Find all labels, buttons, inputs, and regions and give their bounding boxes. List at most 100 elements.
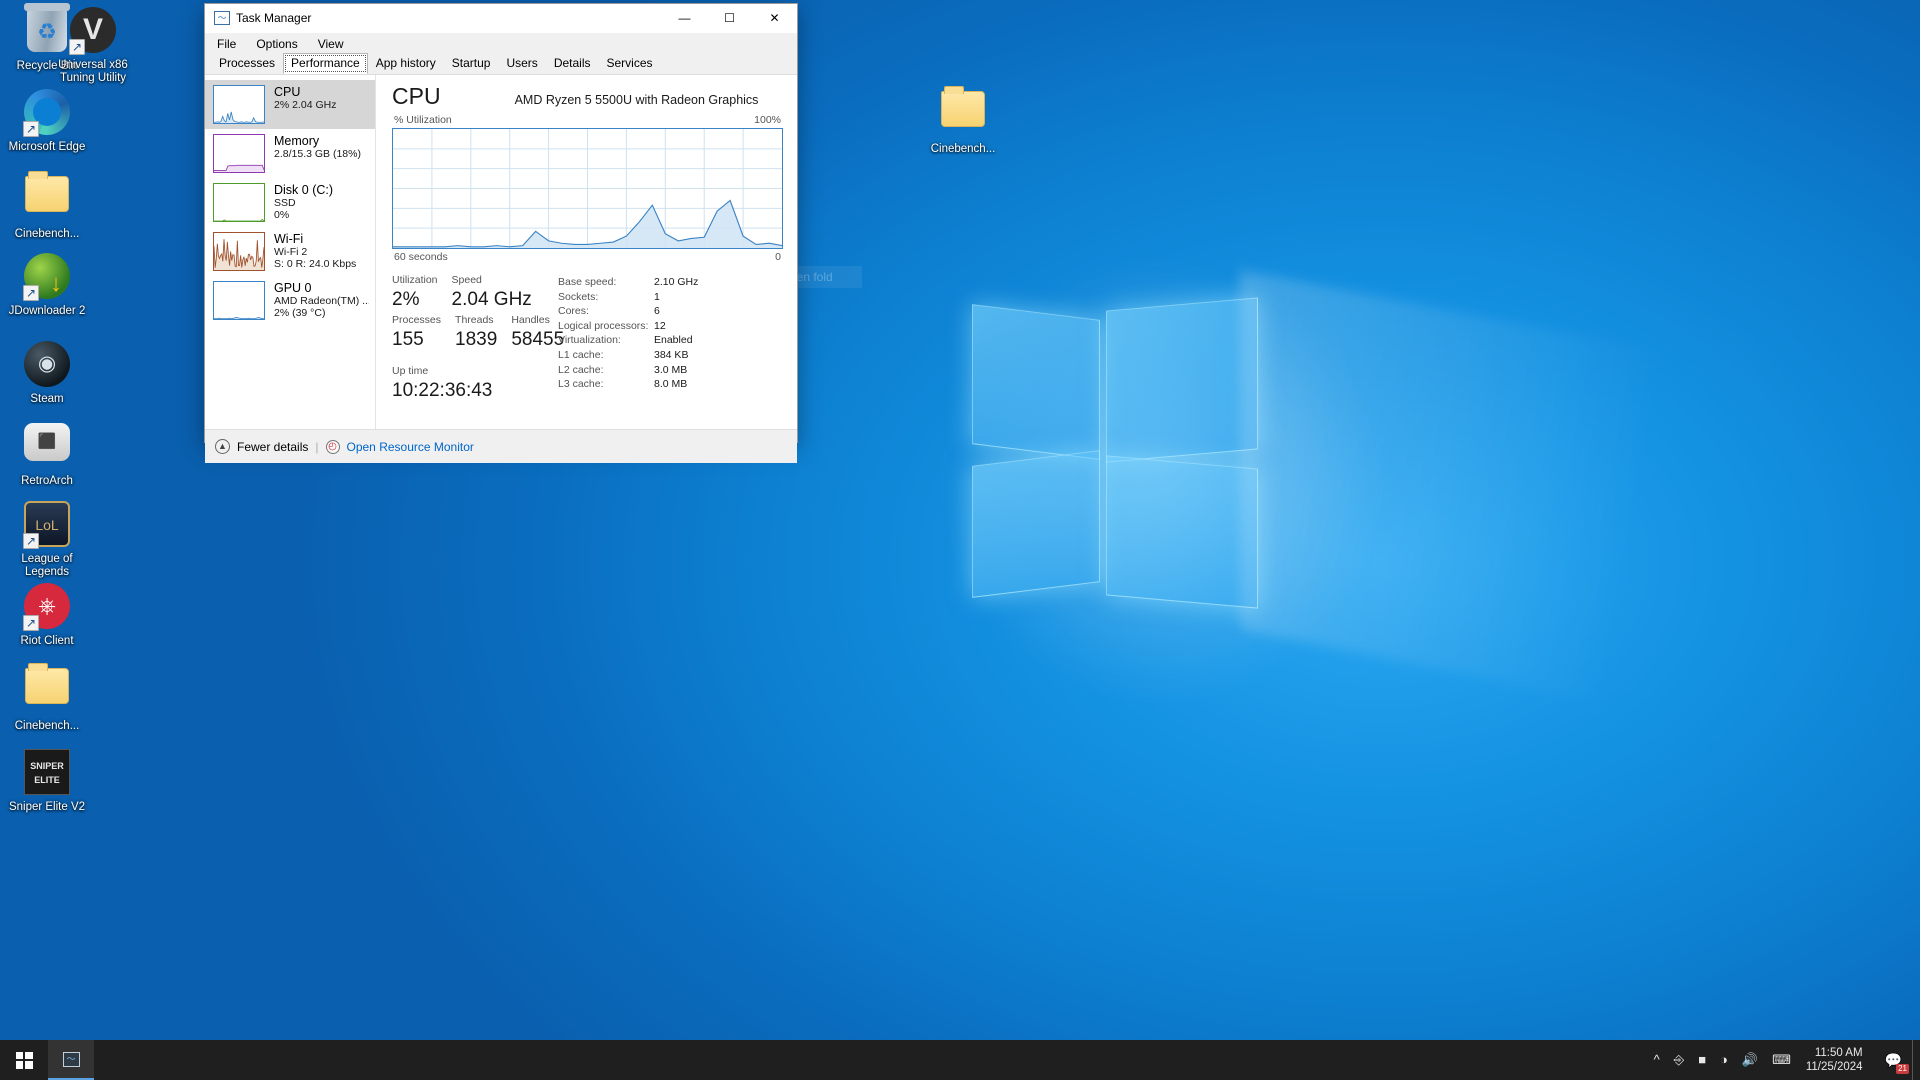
minimize-button[interactable]: — (662, 4, 707, 33)
spec-row: Base speed: 2.10 GHz (558, 275, 783, 290)
riot-client-icon: ↗ (23, 583, 71, 631)
spec-key: Cores: (558, 305, 589, 318)
desktop-icon-league-of-legends[interactable]: ↗ League of Legends (5, 500, 89, 579)
desktop-icon-label: JDownloader 2 (8, 305, 86, 317)
spec-value: 384 KB (654, 348, 689, 361)
sidebar-item-sub: SSD (274, 197, 296, 209)
fewer-details-button[interactable]: Fewer details (237, 440, 308, 454)
start-button[interactable] (0, 1040, 48, 1080)
chart-max-label: 100% (754, 114, 781, 126)
uptime-label: Up time (392, 365, 429, 377)
desktop-icon-universal-x86-tuning-utility[interactable]: ↗ Universal x86 Tuning Utility (51, 6, 135, 85)
desktop-icon-label: Microsoft Edge (8, 141, 86, 153)
show-desktop-button[interactable] (1912, 1040, 1920, 1080)
desktop-icon-sniper-elite-v2[interactable]: Sniper Elite V2 (5, 748, 89, 814)
tab-details[interactable]: Details (546, 53, 599, 74)
shortcut-arrow-icon: ↗ (23, 285, 39, 301)
spec-row: L1 cache: 384 KB (558, 348, 783, 363)
sidebar-item-sub: 2% (39 °C) (274, 307, 326, 319)
clock-date: 11/25/2024 (1805, 1061, 1863, 1073)
menu-bar[interactable]: File Options View (205, 33, 797, 54)
open-resource-monitor-link[interactable]: Open Resource Monitor (347, 440, 474, 454)
stat-speed-value: 2.04 GHz (451, 289, 532, 310)
window-titlebar[interactable]: Task Manager — ☐ ✕ (205, 4, 797, 33)
tray-battery-icon[interactable]: ■ (1691, 1040, 1713, 1080)
stat-speed: Speed 2.04 GHz (452, 273, 532, 313)
stat-processes: Processes 155 (392, 313, 441, 353)
action-center-icon[interactable]: 💬 21 (1875, 1040, 1912, 1080)
spec-key: Base speed: (558, 276, 617, 288)
close-button[interactable]: ✕ (752, 4, 797, 33)
cpu-spec-list: Base speed: 2.10 GHz Sockets: 1 Cores: 6 Logic… (552, 273, 783, 404)
sidebar-item-disk-0-c[interactable]: Disk 0 (C:) SSD 0% (205, 178, 375, 227)
tray-network-icon[interactable]: ◑ (1713, 1040, 1735, 1080)
sidebar-item-gpu-0[interactable]: GPU 0 AMD Radeon(TM) ... 2% (39 °C) (205, 276, 375, 325)
tab-app-history[interactable]: App history (368, 53, 444, 74)
chevron-up-icon[interactable]: ▲ (215, 439, 230, 454)
stat-utilization-label: Utilization (392, 274, 438, 286)
sidebar-sparkline (213, 232, 265, 271)
maximize-button[interactable]: ☐ (707, 4, 752, 33)
sidebar-sparkline (213, 281, 265, 320)
folder-icon (23, 171, 71, 224)
desktop-icon-cinebench[interactable]: Cinebench... (5, 170, 89, 241)
windows-taskbar[interactable]: ^ ⎆ ■ ◑ 🔊 ⌨ 11:50 AM 11/25/2024 💬 21 (0, 1040, 1920, 1080)
menu-item-options[interactable]: Options (253, 36, 300, 52)
desktop-icon-jdownloader-2[interactable]: ↗ JDownloader 2 (5, 252, 89, 318)
desktop-icon-label: Riot Client (20, 635, 74, 647)
window-body: CPU 2% 2.04 GHz Memory 2.8/15.3 GB (18%) Dis… (205, 75, 797, 429)
tab-startup[interactable]: Startup (444, 53, 499, 74)
stat-uptime: Up time 10:22:36:43 (392, 364, 538, 404)
page-title: CPU (392, 83, 441, 109)
system-tray[interactable]: ^ ⎆ ■ ◑ 🔊 ⌨ 11:50 AM 11/25/2024 💬 21 (1647, 1040, 1920, 1080)
stat-threads-value: 1839 (455, 329, 498, 350)
desktop-icon-microsoft-edge[interactable]: ↗ Microsoft Edge (5, 88, 89, 154)
spec-value: Enabled (654, 334, 693, 347)
spec-value: 3.0 MB (654, 363, 688, 376)
desktop-icon-riot-client[interactable]: ↗ Riot Client (5, 582, 89, 648)
tray-volume-icon[interactable]: 🔊 (1735, 1040, 1765, 1080)
chart-time-zero-label: 0 (775, 251, 781, 263)
stats-row-secondary: Processes 155 Threads 1839 Handles 58455 (392, 313, 564, 353)
sidebar-item-label: CPU (274, 85, 301, 99)
tab-strip[interactable]: Processes Performance App history Startup Us… (205, 53, 797, 75)
spec-value: 2.10 GHz (654, 276, 699, 288)
tab-performance[interactable]: Performance (283, 53, 368, 74)
tab-services[interactable]: Services (599, 53, 661, 74)
tray-usb-icon[interactable]: ⎆ (1667, 1040, 1691, 1080)
spec-row: Sockets: 1 (558, 290, 783, 305)
tray-expand-icon[interactable]: ^ (1647, 1040, 1667, 1080)
taskbar-clock[interactable]: 11:50 AM 11/25/2024 (1798, 1046, 1875, 1074)
sidebar-item-cpu[interactable]: CPU 2% 2.04 GHz (205, 80, 375, 129)
performance-sidebar[interactable]: CPU 2% 2.04 GHz Memory 2.8/15.3 GB (18%) Dis… (205, 75, 376, 429)
desktop-icon-cinebench[interactable]: Cinebench... (5, 662, 89, 733)
desktop-icon-retroarch[interactable]: RetroArch (5, 418, 89, 488)
tab-users[interactable]: Users (498, 53, 545, 74)
spec-key: L1 cache: (558, 348, 604, 361)
clock-time: 11:50 AM (1814, 1047, 1863, 1059)
tray-keyboard-icon[interactable]: ⌨ (1765, 1040, 1798, 1080)
folder-icon (23, 663, 71, 716)
sidebar-item-wi-fi[interactable]: Wi-Fi Wi-Fi 2 S: 0 R: 24.0 Kbps (205, 227, 375, 276)
resource-monitor-icon (325, 439, 340, 454)
spec-value: 1 (654, 290, 660, 303)
spec-row: L3 cache: 8.0 MB (558, 377, 783, 392)
task-manager-window[interactable]: Task Manager — ☐ ✕ File Options View Pro… (204, 3, 798, 463)
sidebar-item-memory[interactable]: Memory 2.8/15.3 GB (18%) (205, 129, 375, 178)
tab-processes[interactable]: Processes (211, 53, 283, 74)
window-status-bar[interactable]: ▲ Fewer details | Open Resource Monitor (205, 429, 797, 463)
sidebar-item-sub: 2.8/15.3 GB (18%) (274, 148, 361, 160)
chart-y-axis-label: % Utilization (394, 114, 452, 126)
menu-item-view[interactable]: View (315, 36, 347, 52)
menu-item-file[interactable]: File (214, 36, 239, 52)
desktop-icon-label: RetroArch (21, 475, 73, 487)
desktop-icon-cinebench[interactable]: Cinebench... (921, 85, 1005, 156)
stat-processes-label: Processes (392, 314, 442, 326)
cpu-utilization-chart[interactable] (392, 128, 783, 249)
chart-bottom-labels: 60 seconds 0 (394, 251, 781, 263)
stat-speed-label: Speed (451, 274, 482, 286)
microsoft-edge-icon: ↗ (23, 89, 71, 137)
cpu-model-label: AMD Ryzen 5 5500U with Radeon Graphics (514, 93, 759, 107)
taskbar-task-manager-button[interactable] (48, 1040, 94, 1080)
desktop-icon-steam[interactable]: Steam (5, 340, 89, 406)
